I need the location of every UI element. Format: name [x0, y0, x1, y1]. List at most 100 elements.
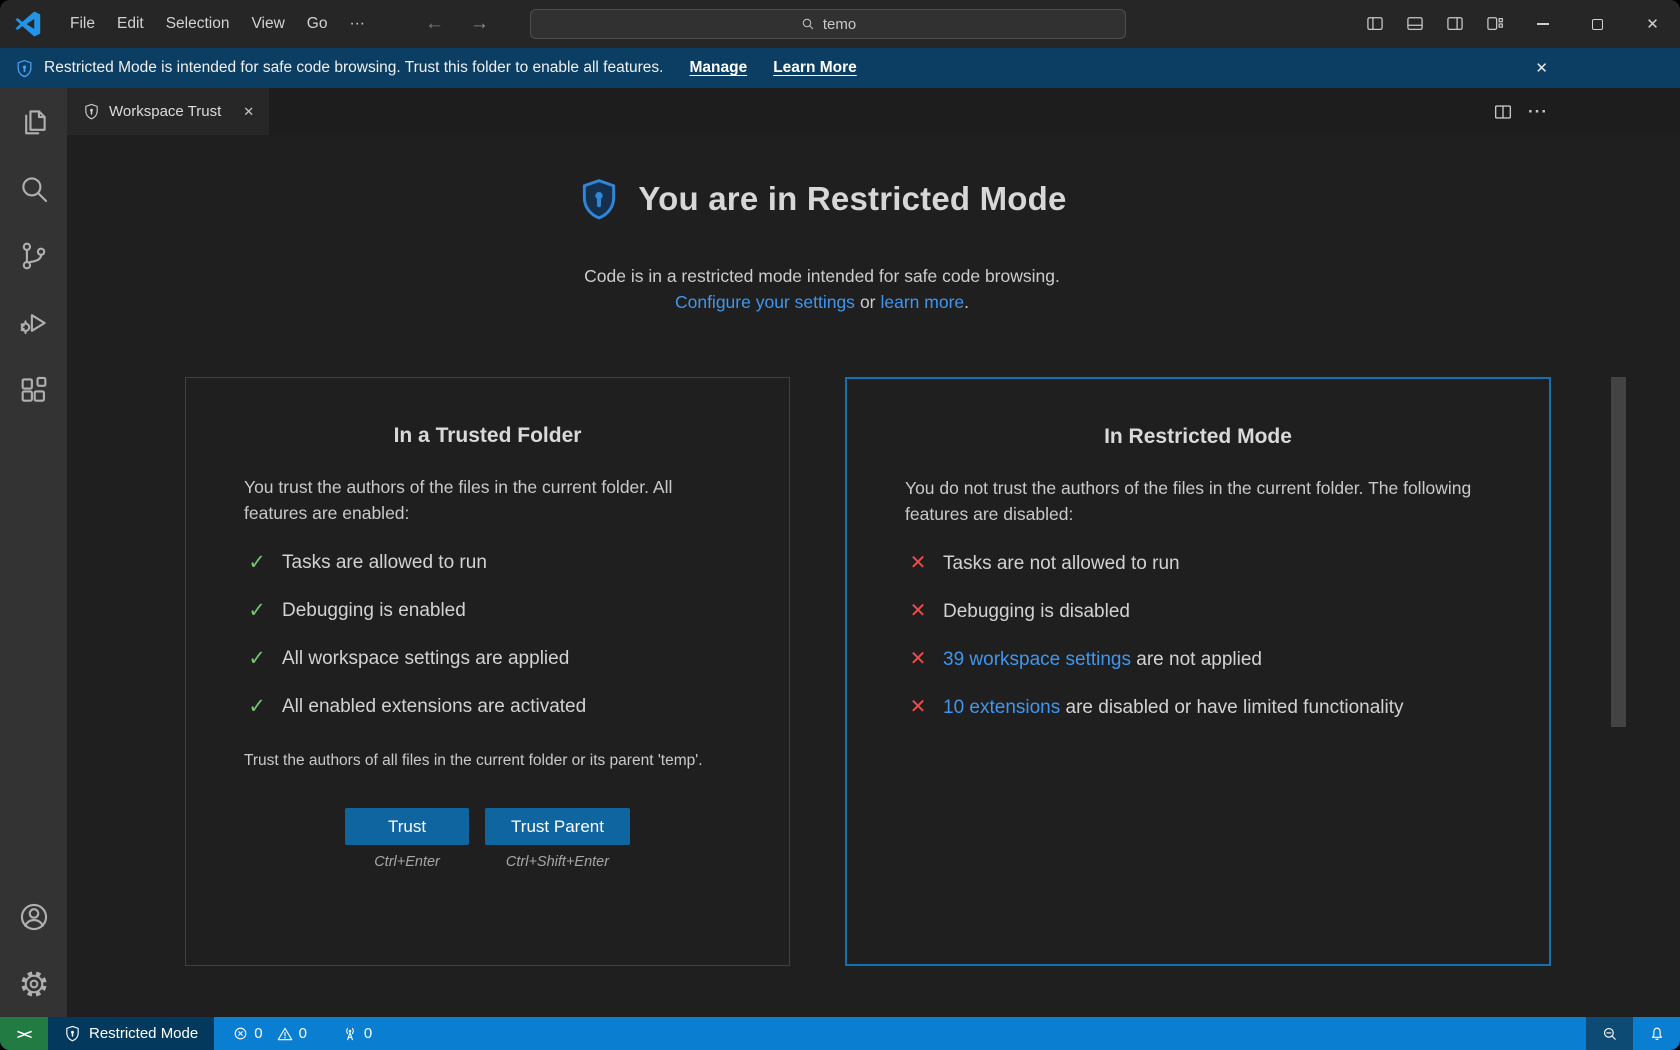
shield-icon: [83, 103, 100, 120]
list-item: ✕ 10 extensions are disabled or have lim…: [905, 694, 1491, 722]
list-item: ✓ All enabled extensions are activated: [244, 693, 731, 721]
warning-count: 0: [299, 1025, 307, 1042]
source-control-icon[interactable]: [0, 222, 67, 289]
trust-parent-shortcut: Ctrl+Shift+Enter: [506, 854, 609, 870]
run-debug-icon[interactable]: [0, 289, 67, 356]
toggle-secondary-sidebar-icon[interactable]: [1435, 0, 1475, 48]
check-icon: ✓: [244, 645, 270, 672]
window-controls: ✕: [1355, 0, 1680, 48]
problems-status[interactable]: 0 0: [226, 1017, 321, 1050]
status-bar: >< Restricted Mode 0 0: [0, 1017, 1680, 1050]
more-actions-icon[interactable]: ···: [1528, 102, 1548, 122]
nav-forward-icon[interactable]: →: [457, 13, 502, 35]
list-item: ✓ Tasks are allowed to run: [244, 549, 731, 577]
x-icon: ✕: [905, 646, 931, 673]
x-icon: ✕: [905, 598, 931, 625]
menu-view[interactable]: View: [240, 10, 295, 38]
restricted-mode-status[interactable]: Restricted Mode: [48, 1017, 214, 1050]
restricted-feature-list: ✕ Tasks are not allowed to run ✕ Debuggi…: [905, 550, 1491, 722]
explorer-icon[interactable]: [0, 88, 67, 155]
zoom-out-icon: [1601, 1025, 1619, 1043]
manage-link[interactable]: Manage: [689, 59, 747, 77]
trusted-feature-list: ✓ Tasks are allowed to run ✓ Debugging i…: [244, 549, 731, 721]
trust-shortcut: Ctrl+Enter: [374, 854, 440, 870]
list-item: ✕ Tasks are not allowed to run: [905, 550, 1491, 578]
extensions-icon[interactable]: [0, 356, 67, 423]
restricted-mode-label: Restricted Mode: [89, 1025, 198, 1042]
menu-selection[interactable]: Selection: [155, 10, 241, 38]
search-icon: [800, 16, 816, 32]
workspace-trust-editor: You are in Restricted Mode Code is in a …: [67, 135, 1680, 1017]
tab-close-icon[interactable]: ✕: [240, 102, 257, 122]
maximize-button[interactable]: [1570, 0, 1625, 48]
menu-file[interactable]: File: [59, 10, 106, 38]
vscode-window: File Edit Selection View Go ··· ← → temo: [0, 0, 1680, 1050]
x-icon: ✕: [905, 694, 931, 721]
trust-buttons: Trust Ctrl+Enter Trust Parent Ctrl+Shift…: [244, 808, 731, 870]
notifications-status[interactable]: [1633, 1017, 1680, 1050]
menu-bar: File Edit Selection View Go ···: [59, 10, 376, 38]
warning-icon: [276, 1025, 294, 1043]
title-bar: File Edit Selection View Go ··· ← → temo: [0, 0, 1680, 48]
trusted-panel-description: You trust the authors of the files in th…: [244, 474, 731, 526]
activity-bar: [0, 88, 67, 1017]
shield-lock-icon: [577, 177, 621, 221]
configure-settings-link[interactable]: Configure your settings: [675, 292, 855, 312]
learn-more-link[interactable]: Learn More: [773, 59, 857, 77]
editor-scrollbar[interactable]: [1611, 377, 1626, 727]
shield-icon: [15, 59, 34, 78]
check-icon: ✓: [244, 693, 270, 720]
editor-actions: ···: [1492, 88, 1548, 135]
hero-header: You are in Restricted Mode: [67, 177, 1577, 221]
zoom-out-status[interactable]: [1586, 1017, 1633, 1050]
customize-layout-icon[interactable]: [1475, 0, 1515, 48]
toggle-panel-icon[interactable]: [1395, 0, 1435, 48]
command-center-search[interactable]: temo: [530, 9, 1126, 39]
menu-more-icon[interactable]: ···: [338, 10, 376, 38]
menu-edit[interactable]: Edit: [106, 10, 155, 38]
split-editor-icon[interactable]: [1492, 101, 1514, 123]
remote-indicator[interactable]: ><: [0, 1017, 48, 1050]
ports-status[interactable]: 0: [335, 1017, 378, 1050]
restricted-mode-panel: In Restricted Mode You do not trust the …: [845, 377, 1551, 966]
page-title: You are in Restricted Mode: [638, 180, 1066, 218]
trusted-panel-footer: Trust the authors of all files in the cu…: [244, 748, 731, 773]
banner-close-icon[interactable]: ✕: [1535, 48, 1548, 88]
nav-back-icon[interactable]: ←: [412, 13, 457, 35]
status-bar-spacer: [378, 1017, 1586, 1050]
list-item: ✓ Debugging is enabled: [244, 597, 731, 625]
editor-tab-bar: Workspace Trust ✕ ···: [67, 88, 1680, 135]
bell-icon: [1648, 1025, 1666, 1043]
error-count: 0: [254, 1025, 262, 1042]
trust-parent-button[interactable]: Trust Parent: [485, 808, 630, 845]
shield-icon: [64, 1025, 81, 1042]
subtitle-line1: Code is in a restricted mode intended fo…: [67, 263, 1577, 289]
trust-button[interactable]: Trust: [345, 808, 469, 845]
workspace-settings-link[interactable]: 39 workspace settings: [943, 649, 1131, 670]
remote-icon: ><: [17, 1026, 31, 1042]
vscode-logo-icon: [15, 11, 41, 37]
minimize-button[interactable]: [1515, 0, 1570, 48]
subtitle-line2: Configure your settingsorlearn more.: [67, 289, 1577, 315]
list-item: ✕ 39 workspace settings are not applied: [905, 646, 1491, 674]
extensions-link[interactable]: 10 extensions: [943, 697, 1060, 718]
restricted-panel-description: You do not trust the authors of the file…: [905, 475, 1490, 527]
tab-workspace-trust[interactable]: Workspace Trust ✕: [67, 88, 269, 135]
search-sidebar-icon[interactable]: [0, 155, 67, 222]
restricted-panel-title: In Restricted Mode: [905, 425, 1491, 449]
radio-tower-icon: [341, 1025, 359, 1043]
learn-more-inline-link[interactable]: learn more: [881, 292, 965, 312]
x-icon: ✕: [905, 550, 931, 577]
toggle-primary-sidebar-icon[interactable]: [1355, 0, 1395, 48]
menu-go[interactable]: Go: [296, 10, 339, 38]
trusted-panel-title: In a Trusted Folder: [244, 424, 731, 448]
error-icon: [232, 1025, 249, 1042]
list-item: ✓ All workspace settings are applied: [244, 645, 731, 673]
page-subtitle: Code is in a restricted mode intended fo…: [67, 263, 1577, 315]
restricted-mode-banner: Restricted Mode is intended for safe cod…: [0, 48, 1680, 88]
check-icon: ✓: [244, 549, 270, 576]
settings-gear-icon[interactable]: [0, 950, 67, 1017]
close-window-button[interactable]: ✕: [1625, 0, 1680, 48]
tab-label: Workspace Trust: [109, 103, 221, 120]
accounts-icon[interactable]: [0, 883, 67, 950]
